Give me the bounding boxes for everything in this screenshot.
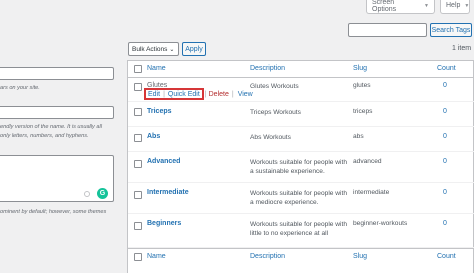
column-count[interactable]: Count	[437, 253, 456, 260]
tag-description: Workouts suitable for people with a sust…	[250, 159, 348, 175]
screen-options-label: Screen Options	[372, 0, 397, 13]
name-help-text: ars on your site.	[0, 85, 40, 91]
apply-button[interactable]: Apply	[182, 42, 206, 56]
column-slug[interactable]: Slug	[353, 253, 367, 260]
screen-options-tab[interactable]: Screen Options ▼	[366, 0, 435, 14]
row-checkbox[interactable]	[134, 222, 142, 230]
bulk-actions-select[interactable]: Bulk Actions ⌄	[128, 42, 179, 56]
column-count[interactable]: Count	[437, 65, 456, 72]
chevron-down-icon: ⌄	[169, 46, 175, 53]
tags-table: Name Description Slug Count Glutes Glute…	[127, 60, 474, 273]
help-label: Help	[446, 2, 461, 9]
search-tags-button[interactable]: Search Tags	[430, 23, 472, 37]
table-row: Intermediate Workouts suitable for peopl…	[128, 183, 474, 214]
caret-down-icon: ▼	[424, 2, 429, 9]
edit-link[interactable]: Edit	[148, 91, 160, 98]
table-row: Advanced Workouts suitable for people wi…	[128, 152, 474, 183]
tag-name-link[interactable]: Advanced	[147, 158, 180, 165]
tag-slug: glutes	[353, 82, 371, 89]
tag-description: Abs Workouts	[250, 134, 291, 141]
separator: |	[204, 90, 207, 98]
tag-slug: intermediate	[353, 189, 390, 196]
tag-name-link[interactable]: Triceps	[147, 108, 172, 115]
row-checkbox[interactable]	[134, 108, 142, 116]
search-tags-input[interactable]	[348, 23, 427, 37]
tag-name-link[interactable]: Intermediate	[147, 189, 189, 196]
tag-count[interactable]: 0	[443, 108, 447, 115]
slug-help-text-1: endly version of the name. It is usually…	[0, 124, 102, 130]
slug-help-text-2: only letters, numbers, and hyphens.	[0, 133, 89, 139]
tag-count[interactable]: 0	[443, 82, 447, 89]
help-tab[interactable]: Help ▼	[440, 0, 470, 14]
highlighted-actions: Edit | Quick Edit	[144, 88, 204, 100]
row-checkbox[interactable]	[134, 83, 142, 91]
tag-description: Workouts suitable for people with little…	[250, 221, 348, 237]
tag-count[interactable]: 0	[443, 133, 447, 140]
view-link[interactable]: View	[238, 91, 253, 98]
row-checkbox[interactable]	[134, 134, 142, 142]
table-header: Name Description Slug Count	[128, 61, 474, 78]
row-actions: Edit | Quick Edit | Delete | View	[144, 88, 253, 100]
tag-slug: beginner-workouts	[353, 220, 408, 227]
table-row: Triceps Triceps Workouts triceps 0	[128, 102, 474, 127]
tag-name-link[interactable]: Beginners	[147, 220, 181, 227]
column-description[interactable]: Description	[250, 253, 285, 260]
separator: |	[231, 90, 234, 98]
tag-slug: advanced	[353, 158, 382, 165]
bulk-actions-value: Bulk Actions	[132, 45, 168, 53]
row-checkbox[interactable]	[134, 191, 142, 199]
table-footer: Name Description Slug Count	[128, 248, 474, 265]
separator: |	[163, 90, 165, 98]
tag-name-field[interactable]	[0, 67, 114, 80]
tag-slug: triceps	[353, 108, 373, 115]
tag-description: Triceps Workouts	[250, 109, 301, 116]
grammarly-status-icon	[84, 191, 90, 197]
table-row: Glutes Glutes Workouts glutes 0 Edit | Q…	[128, 78, 474, 102]
column-description[interactable]: Description	[250, 65, 285, 72]
caret-down-icon: ▼	[464, 2, 470, 9]
tag-count[interactable]: 0	[443, 189, 447, 196]
tag-slug-field[interactable]	[0, 106, 114, 119]
select-all-checkbox[interactable]	[134, 65, 142, 73]
grammarly-icon[interactable]: G	[97, 188, 108, 199]
column-slug[interactable]: Slug	[353, 65, 367, 72]
tag-count[interactable]: 0	[443, 220, 447, 227]
column-name[interactable]: Name	[147, 253, 166, 260]
tags-admin-screen: Screen Options ▼ Help ▼ Search Tags Bulk…	[0, 0, 474, 273]
item-count: 1 item	[452, 45, 472, 52]
table-row: Abs Abs Workouts abs 0	[128, 127, 474, 152]
tag-description: Workouts suitable for people with a medi…	[250, 190, 348, 206]
quick-edit-link[interactable]: Quick Edit	[168, 91, 200, 98]
description-help-text: ominent by default; however, some themes	[0, 209, 107, 215]
tag-slug: abs	[353, 133, 364, 140]
delete-link[interactable]: Delete	[209, 91, 229, 98]
row-checkbox[interactable]	[134, 160, 142, 168]
column-name[interactable]: Name	[147, 65, 166, 72]
tag-name-link[interactable]: Abs	[147, 133, 160, 140]
select-all-checkbox[interactable]	[134, 253, 142, 261]
table-row: Beginners Workouts suitable for people w…	[128, 214, 474, 248]
tag-description: Glutes Workouts	[250, 83, 299, 90]
tag-count[interactable]: 0	[443, 158, 447, 165]
